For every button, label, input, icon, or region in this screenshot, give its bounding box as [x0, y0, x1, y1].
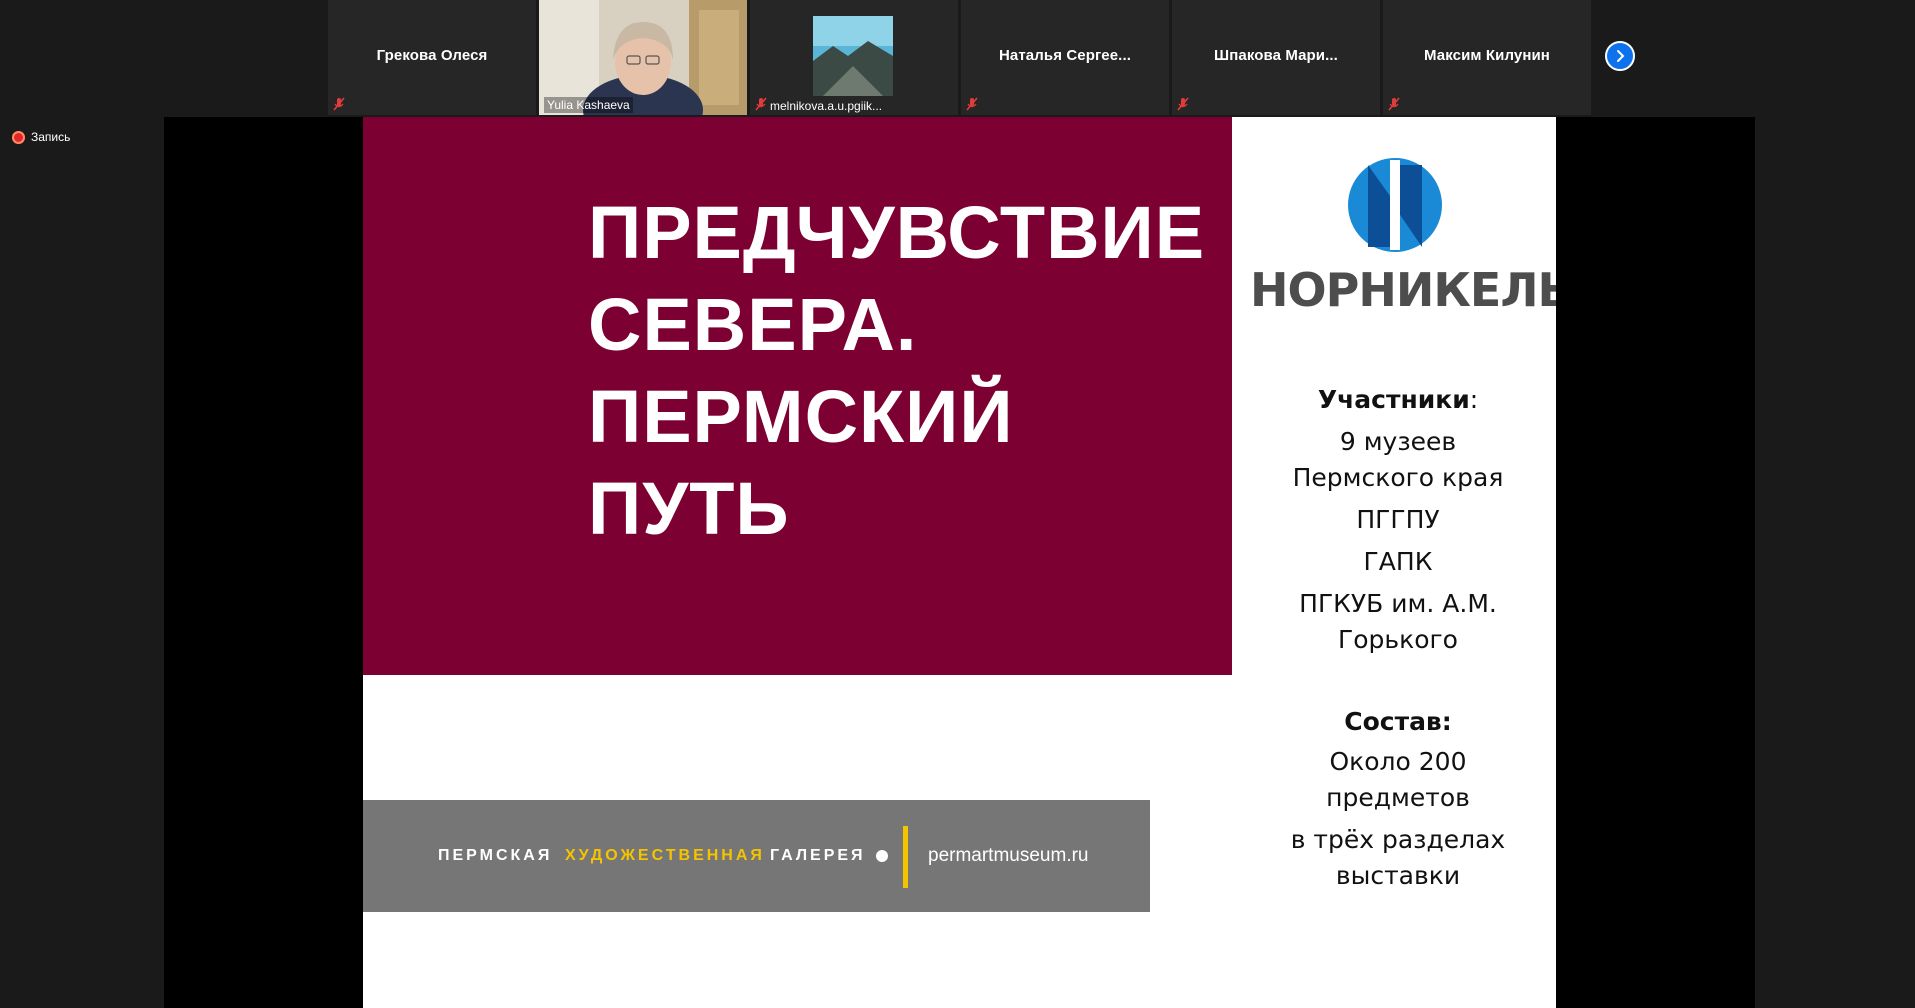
participant-avatar: [813, 16, 893, 96]
muted-mic-icon: [333, 97, 345, 111]
muted-mic-icon: [755, 97, 767, 111]
logo-text: НОРНИКЕЛЬ: [1250, 263, 1556, 317]
muted-mic-icon: [1388, 97, 1400, 111]
presentation-slide: ПРЕДЧУВСТВИЕ СЕВЕРА. ПЕРМСКИЙ ПУТЬ НОРНИ…: [363, 117, 1556, 1008]
composition-line: Около 200: [1329, 747, 1467, 776]
participants-line: ПГГПУ: [1356, 505, 1440, 534]
record-icon: [12, 130, 25, 144]
participant-name: Грекова Олеся: [376, 46, 488, 64]
recording-indicator[interactable]: Запись: [12, 130, 70, 144]
participants-line: 9 музеев: [1339, 427, 1457, 456]
zoom-meeting-window: Запись Грекова Олеся Yulia Kashaeva meln…: [0, 0, 1915, 1008]
participant-tile[interactable]: Грекова Олеся: [328, 0, 536, 115]
slide-title-line: СЕВЕРА.: [588, 283, 918, 366]
participant-name: Шпакова Мари...: [1214, 46, 1338, 64]
participants-heading: Участники: [1317, 385, 1470, 414]
composition-section: Состав: Около 200 предметов в трёх разде…: [1243, 707, 1553, 894]
participant-strip: Грекова Олеся Yulia Kashaeva melnikova.a…: [328, 0, 1592, 117]
nornickel-mark-icon: [1348, 158, 1442, 252]
participant-tile[interactable]: Шпакова Мари...: [1172, 0, 1380, 115]
slide-title-line: ПУТЬ: [588, 467, 790, 550]
participant-name: melnikova.a.u.pgiik...: [770, 99, 883, 113]
participants-line: ГАПК: [1363, 547, 1433, 576]
composition-line: выставки: [1335, 861, 1461, 890]
participant-tile[interactable]: Наталья Сергее...: [961, 0, 1169, 115]
gallery-divider: [903, 826, 908, 888]
gallery-dot-icon: [876, 850, 888, 862]
participant-name: Yulia Kashaeva: [544, 97, 633, 113]
gallery-banner: ПЕРМСКАЯ ХУДОЖЕСТВЕННАЯ ГАЛЕРЕЯ permartm…: [363, 800, 1150, 912]
gallery-name-part: ПЕРМСКАЯ: [438, 847, 553, 864]
gallery-name-part: ХУДОЖЕСТВЕННАЯ: [565, 847, 765, 864]
slide-title-line: ПРЕДЧУВСТВИЕ: [588, 191, 1206, 274]
participants-line: ПГКУБ им. А.М.: [1299, 589, 1497, 618]
participants-section: Участники: 9 музеев Пермского края ПГГПУ…: [1243, 382, 1553, 658]
chevron-right-icon: [1617, 50, 1625, 62]
muted-mic-icon: [966, 97, 978, 111]
gallery-name-part: ГАЛЕРЕЯ: [770, 847, 866, 864]
slide-title-line: ПЕРМСКИЙ: [588, 375, 1014, 458]
participants-heading-colon: :: [1469, 385, 1479, 414]
recording-label: Запись: [31, 130, 71, 144]
composition-line: предметов: [1326, 783, 1470, 812]
nornickel-logo: НОРНИКЕЛЬ: [1250, 155, 1556, 317]
composition-line: в трёх разделах: [1290, 825, 1506, 854]
next-participants-button[interactable]: [1605, 41, 1635, 71]
gallery-website: permartmuseum.ru: [928, 845, 1089, 866]
participants-line: Пермского края: [1292, 463, 1504, 492]
participants-line: Горького: [1338, 625, 1458, 654]
participant-video-tile[interactable]: Yulia Kashaeva: [539, 0, 747, 115]
muted-mic-icon: [1177, 97, 1189, 111]
participant-tile[interactable]: melnikova.a.u.pgiik...: [750, 0, 958, 115]
slide-title: ПРЕДЧУВСТВИЕ СЕВЕРА. ПЕРМСКИЙ ПУТЬ: [588, 187, 1208, 555]
participant-name: Наталья Сергее...: [998, 46, 1131, 64]
participant-tile[interactable]: Максим Килунин: [1383, 0, 1591, 115]
composition-heading: Состав:: [1344, 707, 1452, 736]
participant-name: Максим Килунин: [1424, 46, 1550, 64]
